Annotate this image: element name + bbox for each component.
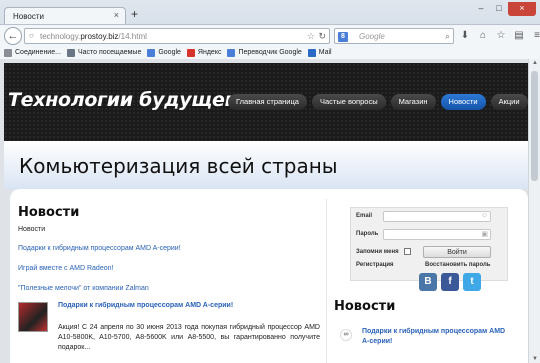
main-column: Новости Новости Подарки к гибридным проц… — [18, 205, 320, 351]
login-form: Email ☺ Пароль ▣ Запомни меня Войти Реги… — [350, 207, 508, 281]
sidebar-news-heading: Новости — [334, 299, 396, 314]
lock-icon: ▣ — [481, 231, 488, 238]
bookmark-item[interactable]: Соединение... — [4, 48, 61, 57]
url-text: technology.prostoy.biz/14.html — [40, 32, 147, 41]
news-heading: Новости — [18, 205, 80, 220]
connection-icon — [4, 48, 12, 57]
featured-article-link[interactable]: Подарки к гибридным процессорам AMD A-се… — [58, 302, 233, 309]
restore-password-link[interactable]: Восстановить пароль — [425, 262, 490, 268]
bookmarks-list-icon[interactable]: ▤ — [512, 29, 526, 43]
nav-item[interactable]: Акции — [490, 94, 528, 110]
home-icon[interactable]: ⌂ — [476, 29, 490, 43]
minimize-button[interactable]: – — [472, 2, 490, 16]
twitter-icon[interactable]: t — [463, 273, 481, 291]
yandex-icon — [186, 48, 195, 57]
bookmarks-star-icon[interactable]: ☆ — [494, 29, 508, 43]
register-link[interactable]: Регистрация — [356, 262, 394, 268]
facebook-icon[interactable]: f — [441, 273, 459, 291]
column-divider — [326, 199, 327, 363]
news-link[interactable]: Подарки к гибридным процессорам AMD A-се… — [18, 245, 320, 252]
news-link[interactable]: Играй вместе с AMD Radeon! — [18, 265, 320, 272]
download-icon[interactable]: ⬇ — [458, 29, 472, 43]
nav-item[interactable]: Магазин — [390, 94, 436, 110]
new-tab-button[interactable]: + — [131, 8, 138, 20]
page-title: Комьютеризация всей страны — [19, 154, 338, 178]
remember-label: Запомни меня — [356, 249, 399, 255]
article-thumbnail[interactable] — [18, 302, 48, 332]
user-icon: ☺ — [480, 212, 488, 219]
close-window-button[interactable]: × — [508, 2, 536, 16]
browser-chrome: Новости × + – □ × ← ○ technology.prostoy… — [0, 0, 540, 59]
vk-icon[interactable]: B — [419, 273, 437, 291]
google-icon — [147, 48, 156, 57]
email-field[interactable]: ☺ — [383, 211, 491, 222]
menu-icon[interactable]: ≡ — [530, 29, 540, 43]
nav-item[interactable]: Частые вопросы — [311, 94, 386, 110]
link-icon: ∞ — [340, 329, 352, 341]
bookmark-label: Яндекс — [197, 49, 222, 56]
email-label: Email — [356, 213, 373, 219]
tab-title: Новости — [13, 12, 44, 21]
bookmark-label: Часто посещаемые — [77, 49, 142, 56]
bookmark-label: Mail — [318, 49, 332, 56]
site-title[interactable]: Технологии будущего — [8, 89, 247, 111]
nav-item[interactable]: Новости — [440, 94, 486, 110]
toolbar-icons: ⬇ ⌂ ☆ ▤ ≡ — [458, 29, 540, 43]
site-header: Технологии будущего Главная страница Част… — [4, 63, 528, 141]
globe-icon: ○ — [29, 31, 34, 40]
bookmark-label: Переводчик Google — [238, 49, 302, 56]
search-placeholder: Google — [359, 32, 385, 41]
content-card: Новости Новости Подарки к гибридным проц… — [10, 189, 528, 363]
bookmark-label: Google — [158, 49, 181, 56]
clock-icon — [66, 48, 75, 57]
site-nav: Главная страница Частые вопросы Магазин Нов… — [228, 94, 528, 110]
google-engine-icon[interactable]: 8 — [338, 32, 348, 42]
back-button[interactable]: ← — [4, 27, 22, 45]
scroll-up-icon[interactable]: ▲ — [532, 60, 538, 66]
nav-item[interactable]: Главная страница — [228, 94, 307, 110]
login-button[interactable]: Войти — [423, 246, 491, 258]
featured-article-text: Акция! С 24 апреля по 30 июня 2013 года … — [58, 324, 320, 351]
navigation-bar: ← ○ technology.prostoy.biz/14.html ☆ ↻ 8… — [0, 24, 540, 46]
news-link[interactable]: "Полезные мелочи" от компании Zalman — [18, 285, 320, 292]
reload-icon[interactable]: ↻ — [318, 31, 326, 42]
bookmark-star-icon[interactable]: ☆ — [307, 31, 315, 42]
news-subheading: Новости — [18, 226, 46, 233]
maximize-button[interactable]: □ — [490, 2, 508, 16]
tab-close-icon[interactable]: × — [114, 10, 119, 20]
web-page: Технологии будущего Главная страница Част… — [0, 59, 528, 363]
password-label: Пароль — [356, 231, 379, 237]
bookmark-item[interactable]: Часто посещаемые — [66, 48, 142, 57]
password-field[interactable]: ▣ — [383, 229, 491, 240]
translate-icon — [227, 48, 236, 57]
social-links: Bft — [419, 273, 481, 291]
bookmark-label: Соединение... — [15, 49, 61, 56]
window-controls: – □ × — [472, 2, 536, 16]
bookmark-item[interactable]: Переводчик Google — [227, 48, 302, 57]
address-bar[interactable]: ○ technology.prostoy.biz/14.html ☆ ↻ — [24, 28, 330, 44]
scroll-thumb[interactable] — [531, 71, 538, 181]
page-scrollbar[interactable]: ▲ ▼ — [528, 59, 540, 363]
tab-bar: Новости × + – □ × — [0, 0, 540, 24]
search-icon[interactable]: ⌕ — [445, 31, 450, 42]
scroll-down-icon[interactable]: ▼ — [532, 356, 538, 362]
search-bar[interactable]: 8 Google ⌕ — [334, 28, 454, 44]
sidebar-news-link[interactable]: Подарки к гибридным процессорам AMD A-се… — [362, 327, 512, 347]
mail-icon — [307, 48, 316, 57]
bookmarks-bar: Соединение... Часто посещаемые Google Яндек… — [0, 46, 540, 59]
hero-banner: Комьютеризация всей страны — [4, 141, 528, 189]
bookmark-item[interactable]: Яндекс — [186, 48, 222, 57]
bookmark-item[interactable]: Google — [147, 48, 181, 57]
tab-news[interactable]: Новости × — [4, 7, 126, 24]
bookmark-item[interactable]: Mail — [307, 48, 332, 57]
remember-checkbox[interactable] — [404, 248, 411, 255]
